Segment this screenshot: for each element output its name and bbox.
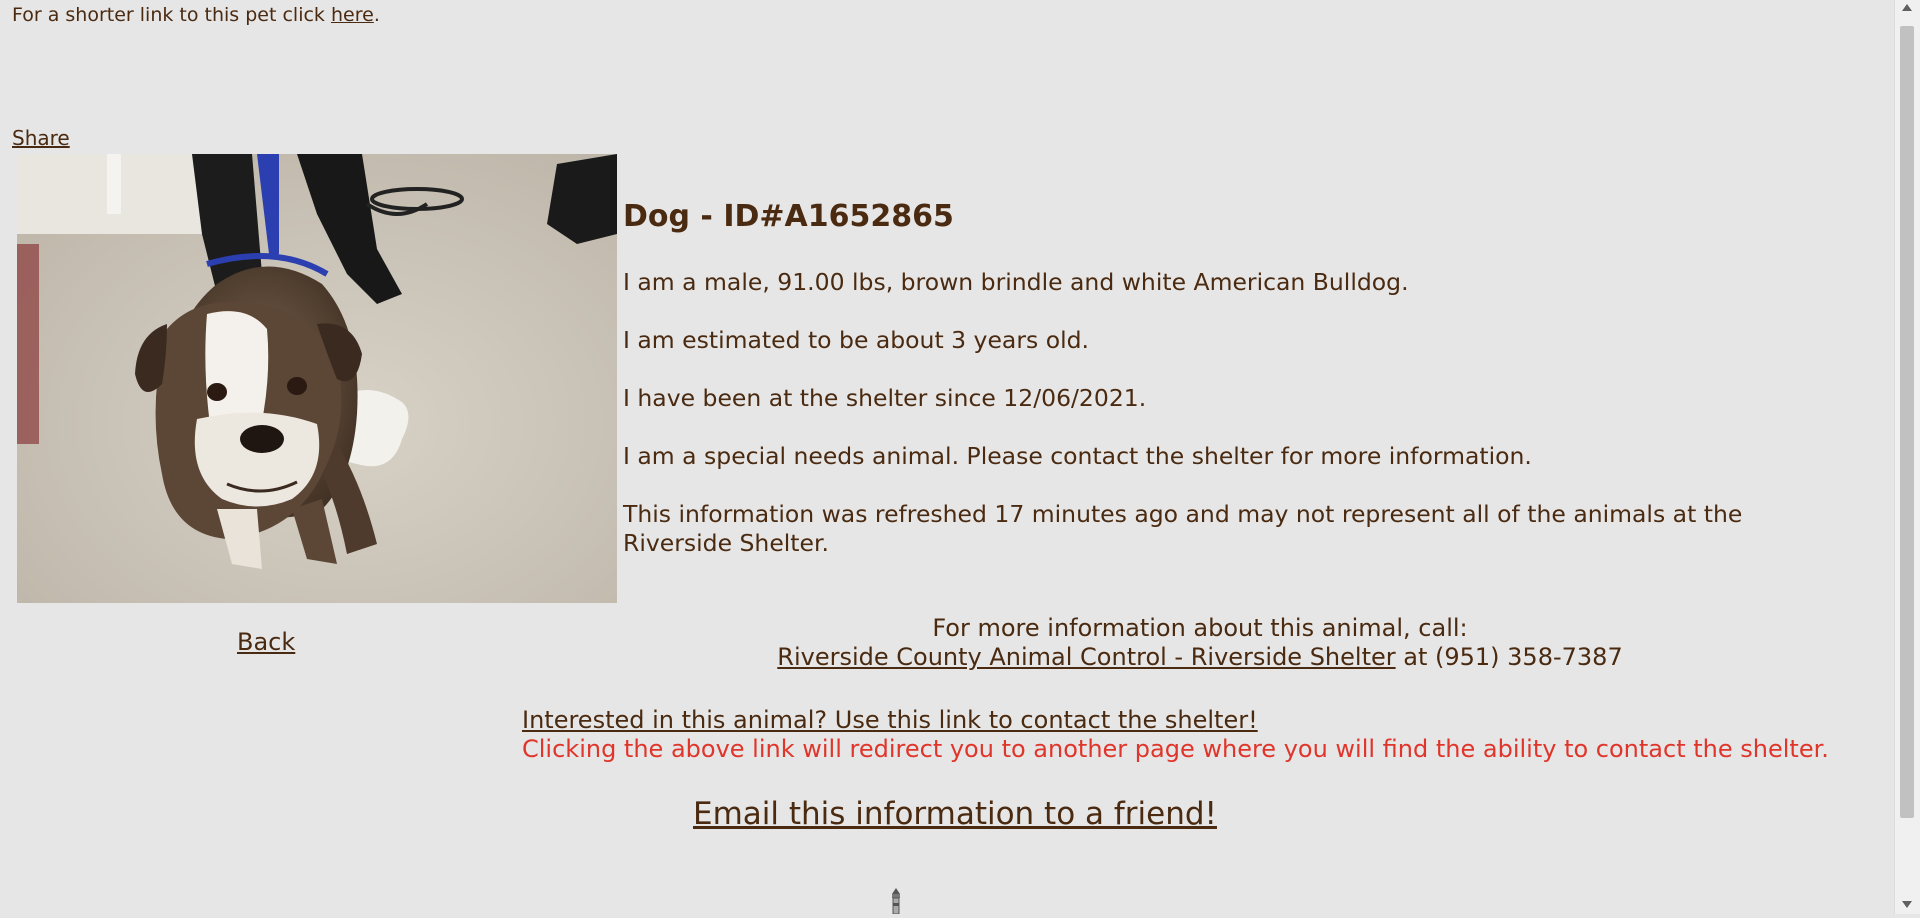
animal-description: I am a male, 91.00 lbs, brown brindle an…: [623, 268, 1409, 296]
scroll-down-arrow-icon[interactable]: [1902, 901, 1912, 908]
animal-age: I am estimated to be about 3 years old.: [623, 326, 1089, 354]
refresh-note-line1: This information was refreshed 17 minute…: [623, 500, 1743, 528]
contact-line: Riverside County Animal Control - Rivers…: [520, 643, 1880, 672]
animal-title: Dog - ID#A1652865: [623, 199, 954, 234]
share-link[interactable]: Share: [12, 126, 70, 150]
refresh-note-line2: Riverside Shelter.: [623, 529, 829, 557]
shelter-link[interactable]: Riverside County Animal Control - Rivers…: [777, 643, 1395, 671]
scrollbar-thumb[interactable]: [1900, 26, 1914, 818]
scroll-up-arrow-icon[interactable]: [1902, 4, 1912, 11]
lighthouse-icon: [888, 886, 904, 915]
vertical-scrollbar[interactable]: [1894, 0, 1920, 914]
short-link-text: For a shorter link to this pet click her…: [12, 4, 380, 26]
short-link-prefix: For a shorter link to this pet click: [12, 4, 331, 26]
contact-heading: For more information about this animal, …: [932, 614, 1468, 642]
shelter-phone: at (951) 358-7387: [1395, 643, 1623, 671]
short-link-suffix: .: [373, 4, 380, 26]
contact-info: For more information about this animal, …: [520, 614, 1880, 672]
redirect-warning: Clicking the above link will redirect yo…: [522, 735, 1829, 763]
email-friend-link[interactable]: Email this information to a friend!: [693, 796, 1217, 832]
special-needs-note: I am a special needs animal. Please cont…: [623, 442, 1532, 470]
refresh-note: This information was refreshed 17 minute…: [623, 500, 1742, 558]
back-link[interactable]: Back: [237, 628, 295, 656]
contact-shelter-link[interactable]: Interested in this animal? Use this link…: [522, 706, 1258, 735]
animal-intake-date: I have been at the shelter since 12/06/2…: [623, 384, 1147, 412]
short-link-here[interactable]: here: [331, 4, 374, 26]
dog-photo: [17, 154, 617, 603]
